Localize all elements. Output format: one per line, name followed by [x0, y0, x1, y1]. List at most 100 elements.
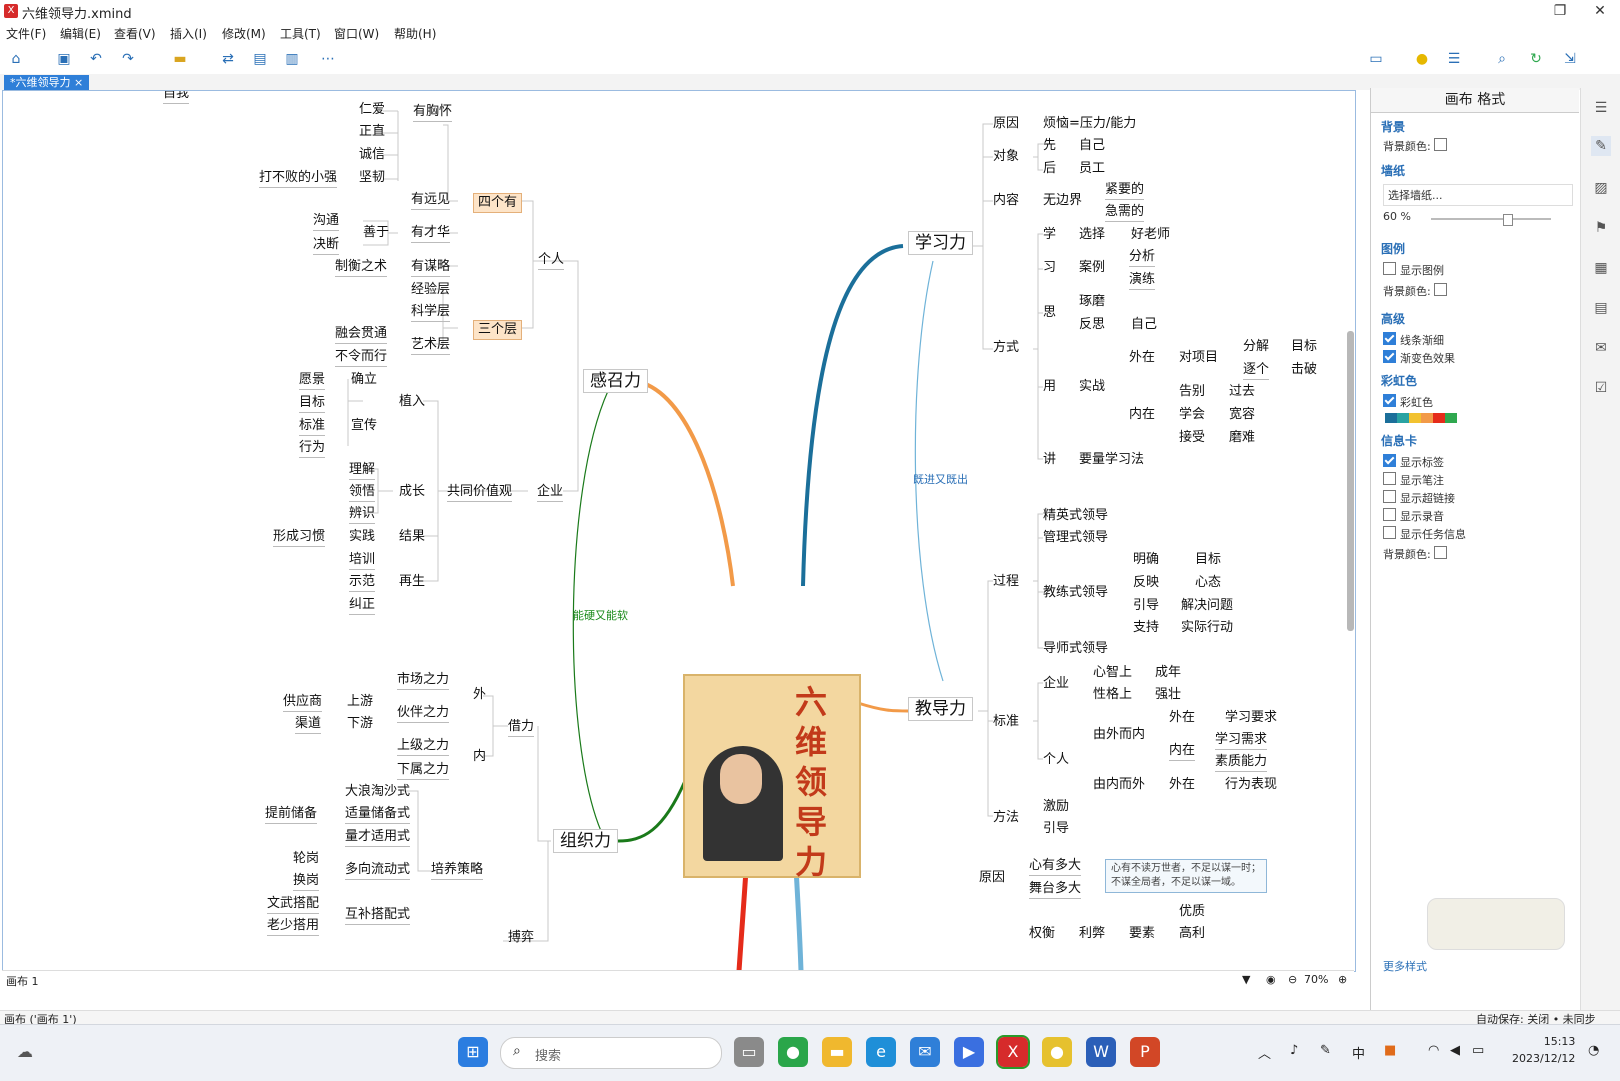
topic-zuzhi[interactable]: 组织力 — [553, 829, 618, 853]
topic-yindao2[interactable]: 引导 — [1043, 820, 1069, 838]
topic-zhuomo[interactable]: 琢磨 — [1079, 293, 1105, 311]
outline-icon[interactable]: ☰ — [1444, 49, 1464, 69]
topic-ziji[interactable]: 自己 — [1079, 137, 1105, 155]
topic-jiejue[interactable]: 解决问题 — [1181, 597, 1233, 615]
topic-peixun[interactable]: 培训 — [349, 551, 376, 570]
menu-modify[interactable]: 修改(M) — [222, 25, 266, 42]
vertical-scrollbar[interactable] — [1347, 331, 1354, 631]
topic-xue[interactable]: 学 — [1043, 226, 1056, 244]
boundary-icon[interactable]: ▤ — [250, 49, 270, 69]
topic-dabubai[interactable]: 打不败的小强 — [259, 169, 338, 188]
topic-mubiao3[interactable]: 目标 — [1195, 551, 1221, 569]
more-icon[interactable]: ⋯ — [318, 49, 338, 69]
topic-shiyong[interactable]: 量才适用式 — [345, 828, 411, 847]
topic-xi[interactable]: 习 — [1043, 259, 1056, 277]
sync-icon[interactable]: ↻ — [1526, 49, 1546, 69]
show-hyperlinks-checkbox[interactable]: 显示超链接 — [1383, 490, 1455, 506]
keyboard-icon[interactable]: ▦ — [1591, 258, 1611, 278]
start-icon[interactable]: ⊞ — [458, 1037, 488, 1067]
topic-ronghui[interactable]: 融会贯通 — [335, 325, 388, 344]
app-icon-2[interactable]: ● — [1042, 1037, 1072, 1067]
opacity-value[interactable]: 60 % — [1383, 210, 1411, 223]
topic-jieshou[interactable]: 接受 — [1179, 429, 1205, 447]
topic-xinzhi[interactable]: 心智上 — [1093, 664, 1132, 682]
close-button[interactable]: ✕ — [1580, 1, 1620, 21]
topic-chengxin[interactable]: 诚信 — [359, 146, 385, 164]
topic-hubu[interactable]: 互补搭配式 — [345, 906, 411, 925]
topic-jueduan[interactable]: 决断 — [313, 236, 340, 255]
topic-geren[interactable]: 个人 — [538, 251, 565, 270]
topic-si[interactable]: 思 — [1043, 304, 1056, 322]
topic-sigeyou[interactable]: 四个有 — [473, 193, 523, 213]
topic-liudong[interactable]: 多向流动式 — [345, 861, 411, 880]
zoom-out-icon[interactable]: ⊖ — [1288, 973, 1297, 986]
topic-libi[interactable]: 利弊 — [1079, 925, 1105, 943]
topic-qiangzhuang[interactable]: 强壮 — [1155, 686, 1181, 704]
ime-indicator[interactable]: 中 — [1352, 1043, 1365, 1062]
topic-jipo[interactable]: 击破 — [1291, 361, 1317, 379]
topic-shizhan[interactable]: 实战 — [1079, 378, 1105, 396]
topic-ganzhao[interactable]: 感召力 — [583, 369, 648, 393]
more-styles-link[interactable]: 更多样式 — [1383, 958, 1427, 974]
topic-wenwu[interactable]: 文武搭配 — [267, 895, 320, 914]
menu-insert[interactable]: 插入(I) — [170, 25, 207, 42]
topic-xuehui[interactable]: 学会 — [1179, 406, 1205, 424]
wallpaper-select[interactable]: 选择墙纸... — [1383, 184, 1573, 206]
rainbow-palette[interactable] — [1385, 412, 1457, 423]
topic-mubiao2[interactable]: 目标 — [1291, 338, 1317, 356]
flag-icon[interactable]: ⚑ — [1591, 218, 1611, 238]
document-icon[interactable]: ▤ — [1591, 298, 1611, 318]
filter-icon[interactable]: ▼ — [1242, 973, 1250, 986]
powerpoint-icon[interactable]: P — [1130, 1037, 1160, 1067]
bulb-icon[interactable]: ● — [1412, 49, 1432, 69]
topic-xiayou[interactable]: 下游 — [347, 715, 373, 733]
edge-icon[interactable]: e — [866, 1037, 896, 1067]
sheet-tab[interactable]: 画布 1 — [6, 973, 39, 989]
topic-xuanchuan[interactable]: 宣传 — [351, 417, 377, 435]
menu-window[interactable]: 窗口(W) — [334, 25, 379, 42]
topic-jixu[interactable]: 急需的 — [1105, 203, 1145, 222]
topic-zhengzhi[interactable]: 正直 — [359, 123, 385, 141]
redo-icon[interactable]: ↷ — [118, 49, 138, 69]
eye-icon[interactable]: ◉ — [1266, 973, 1276, 986]
show-legend-checkbox[interactable]: 显示图例 — [1383, 262, 1444, 278]
topic-jili[interactable]: 激励 — [1043, 798, 1069, 816]
topic-yuanyin[interactable]: 原因 — [993, 115, 1019, 133]
topic-qiye2[interactable]: 企业 — [1043, 675, 1069, 693]
topic-shanyu[interactable]: 善于 — [363, 224, 389, 242]
topic-youzhi[interactable]: 优质 — [1179, 903, 1205, 921]
topic-laoshao[interactable]: 老少搭用 — [267, 917, 320, 936]
topic-taosha[interactable]: 大浪淘沙式 — [345, 783, 410, 801]
word-icon[interactable]: W — [1086, 1037, 1116, 1067]
show-notes-checkbox[interactable]: 显示笔注 — [1383, 472, 1444, 488]
topic-xintai[interactable]: 心态 — [1195, 574, 1221, 592]
rainbow-checkbox[interactable]: 彩虹色 — [1383, 394, 1433, 410]
topic-xian[interactable]: 先 — [1043, 137, 1056, 155]
topic-youmoulue[interactable]: 有谋略 — [411, 258, 451, 277]
topic-gongtong[interactable]: 共同价值观 — [447, 483, 513, 502]
topic-icon[interactable]: ▬ — [170, 49, 190, 69]
taskbar-search[interactable]: ⌕ 搜索 — [500, 1037, 722, 1069]
topic-xiashu[interactable]: 下属之力 — [397, 761, 450, 780]
topic-jiaolian[interactable]: 教练式领导 — [1043, 584, 1108, 602]
presentation-icon[interactable]: ▭ — [1366, 49, 1386, 69]
notification-icon[interactable]: ◔ — [1588, 1043, 1599, 1058]
meeting-icon[interactable]: ▶ — [954, 1037, 984, 1067]
image-icon[interactable]: ▨ — [1591, 178, 1611, 198]
document-tab[interactable]: *六维领导力 × — [4, 75, 90, 90]
topic-xuanze[interactable]: 选择 — [1079, 226, 1105, 244]
topic-anli[interactable]: 案例 — [1079, 259, 1105, 277]
app-icon-1[interactable]: ✉ — [910, 1037, 940, 1067]
topic-renai[interactable]: 仁爱 — [359, 101, 385, 119]
topic-gaobie[interactable]: 告别 — [1179, 383, 1205, 401]
topic-chubei[interactable]: 适量储备式 — [345, 805, 411, 824]
relationship-label-right[interactable]: 既进又既出 — [913, 471, 968, 489]
topic-tiqian[interactable]: 提前储备 — [265, 805, 318, 824]
topic-buling[interactable]: 不令而行 — [335, 348, 388, 367]
topic-yaosu[interactable]: 要素 — [1129, 925, 1155, 943]
topic-xingwei2[interactable]: 行为表现 — [1225, 776, 1277, 794]
topic-boqi[interactable]: 搏弈 — [508, 929, 534, 947]
topic-fansi[interactable]: 反思 — [1079, 316, 1105, 334]
topic-fangshi[interactable]: 方式 — [993, 339, 1019, 357]
topic-sangeceng[interactable]: 三个层 — [473, 320, 523, 340]
